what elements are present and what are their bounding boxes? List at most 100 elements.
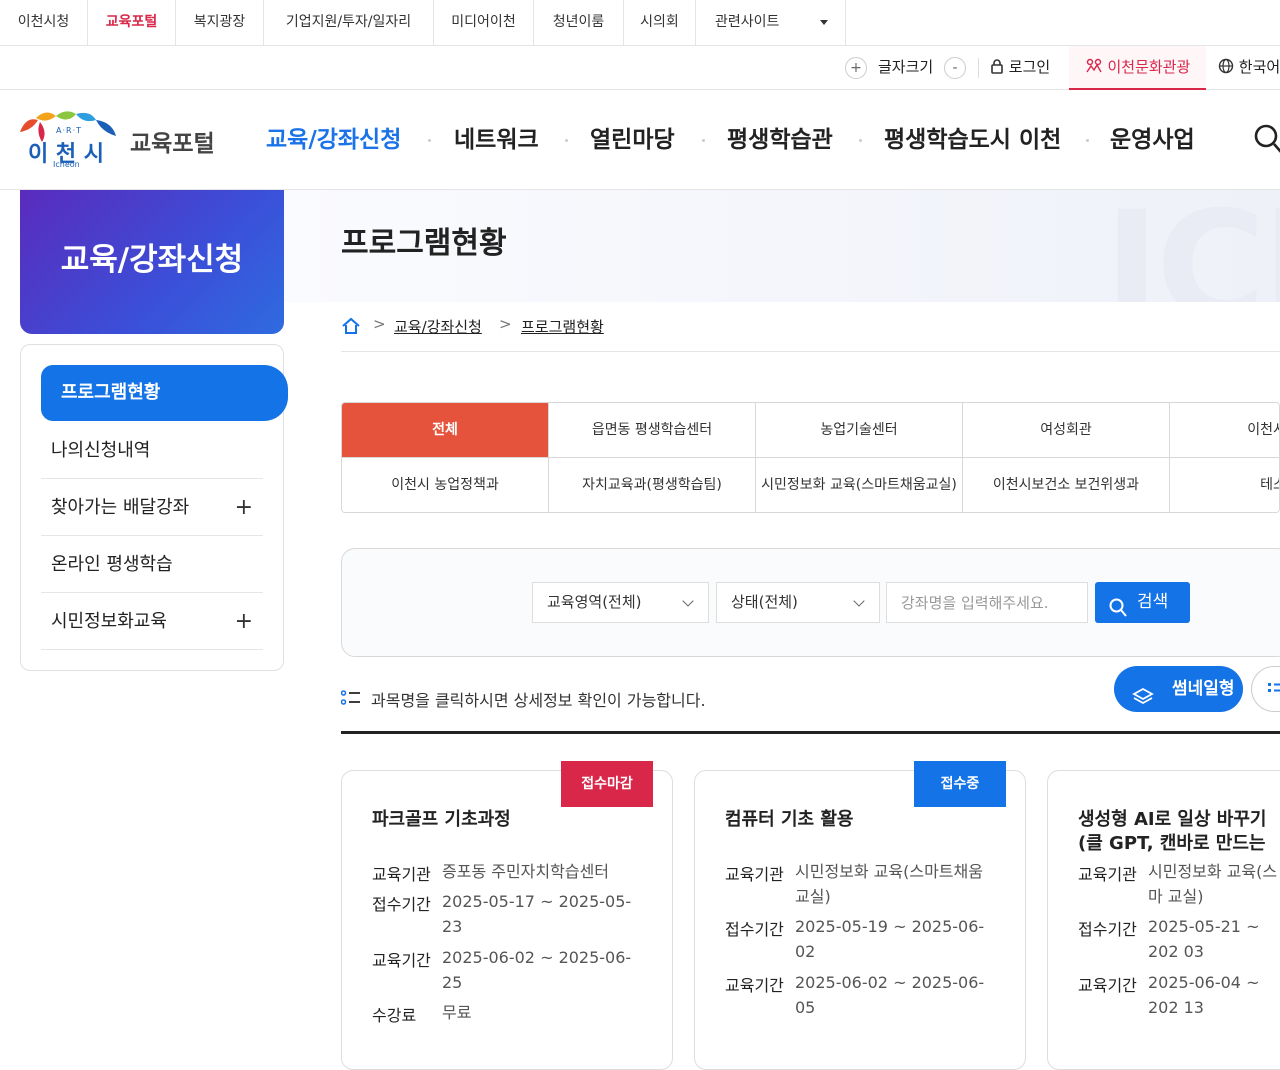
expand-icon[interactable]: + [235, 479, 253, 536]
course-search-input[interactable] [886, 582, 1088, 623]
tab-citizen-it[interactable]: 시민정보화 교육(스마트채움교실) [756, 458, 963, 512]
breadcrumb-separator: > [499, 315, 512, 333]
logo-english-name: Icheon [53, 160, 80, 169]
font-decrease-button[interactable]: - [944, 57, 966, 79]
sidebar-item-my-applications[interactable]: 나의신청내역 [41, 422, 263, 479]
tab-agri-policy[interactable]: 이천시 농업정책과 [342, 458, 549, 512]
edu-period-value: 2025-06-02 ~ 2025-06-05 [795, 973, 985, 1017]
page-title: 프로그램현황 [341, 226, 507, 261]
menu-lifelong-center[interactable]: 평생학습관 [727, 90, 833, 190]
list-top-rule [341, 731, 1280, 734]
portal-name[interactable]: 교육포털 [130, 124, 215, 158]
sidebar-item-program-status[interactable]: 프로그램현황 [41, 365, 288, 421]
search-icon [1109, 593, 1127, 634]
culture-icon [1085, 58, 1108, 76]
institution-tabs: 전체 읍면동 평생학습센터 농업기술센터 여성회관 이천시보 이천시 농업정책과… [341, 402, 1280, 513]
sidebar-item-online-learning[interactable]: 온라인 평생학습 [41, 536, 263, 593]
org-value: 시민정보화 교육(스마트채움교실) [795, 862, 983, 906]
tab-test[interactable]: 테스 [1170, 458, 1279, 512]
program-title[interactable]: 생성형 AI로 일상 바꾸기(클 GPT, 캔바로 만드는 나만의 [1078, 808, 1280, 856]
tab-town-center[interactable]: 읍면동 평생학습센터 [549, 403, 756, 458]
menu-education-apply[interactable]: 교육/강좌신청 [266, 90, 401, 190]
info-text: 과목명을 클릭하시면 상세정보 확인이 가능합니다. [371, 691, 706, 710]
login-link[interactable]: 로그인 [990, 46, 1050, 89]
sidebar-item-label: 나의신청내역 [51, 440, 151, 461]
tab-icheon-health[interactable]: 이천시보 [1170, 403, 1279, 458]
reg-period-label: 접수기간 [725, 920, 784, 939]
sidebar-item-label: 시민정보화교육 [51, 611, 167, 632]
tab-womens-hall[interactable]: 여성회관 [963, 403, 1170, 458]
globe-icon [1218, 58, 1239, 76]
site-link-business[interactable]: 기업지원/투자/일자리 [264, 0, 434, 45]
reg-period-value: 2025-05-19 ~ 2025-06-02 [795, 917, 985, 961]
search-button[interactable]: 검색 [1095, 582, 1190, 623]
org-label: 교육기관 [372, 865, 431, 884]
breadcrumb-education-apply[interactable]: 교육/강좌신청 [394, 316, 482, 337]
chevron-down-icon [853, 595, 865, 607]
sidebar-title: 교육/강좌신청 [60, 242, 244, 278]
list-view-button[interactable] [1251, 666, 1280, 712]
program-title[interactable]: 컴퓨터 기초 활용 [725, 808, 1005, 832]
tab-autonomy-education[interactable]: 자치교육과(평생학습팀) [549, 458, 756, 512]
expand-icon[interactable]: + [235, 593, 253, 650]
org-label: 교육기관 [725, 865, 784, 884]
utility-bar: + 글자크기 - 로그인 이천문화관광 한국어 [0, 46, 1280, 90]
sidebar-item-label: 찾아가는 배달강좌 [51, 497, 190, 518]
home-icon[interactable] [341, 316, 361, 340]
culture-label: 이천문화관광 [1107, 58, 1191, 76]
chevron-down-icon [820, 20, 828, 25]
menu-separator [859, 139, 862, 142]
login-label: 로그인 [1008, 58, 1051, 76]
tab-all[interactable]: 전체 [342, 403, 549, 458]
edu-period-value: 2025-06-04 ~ 202 13 [1148, 973, 1260, 1017]
site-link-welfare[interactable]: 복지광장 [176, 0, 264, 45]
fee-label: 수강료 [372, 1006, 417, 1025]
reg-period-value: 2025-05-17 ~ 2025-05-23 [442, 892, 632, 936]
menu-open-forum[interactable]: 열린마당 [590, 90, 675, 190]
edu-period-label: 교육기간 [372, 951, 431, 970]
tab-health-hygiene[interactable]: 이천시보건소 보건위생과 [963, 458, 1170, 512]
breadcrumb-program-status[interactable]: 프로그램현황 [521, 316, 604, 337]
site-link-icheon[interactable]: 이천시청 [0, 0, 88, 45]
site-link-education-portal[interactable]: 교육포털 [88, 0, 176, 45]
site-link-media[interactable]: 미디어이천 [434, 0, 534, 45]
sidebar-item-label: 온라인 평생학습 [51, 554, 173, 575]
menu-separator [565, 139, 568, 142]
status-select[interactable]: 상태(전체) [716, 582, 880, 623]
font-size-label: 글자크기 [878, 58, 934, 76]
menu-network[interactable]: 네트워크 [454, 90, 539, 190]
breadcrumb-separator: > [373, 315, 386, 333]
edu-period-value: 2025-06-02 ~ 2025-06-25 [442, 948, 632, 992]
program-title[interactable]: 파크골프 기초과정 [372, 808, 652, 832]
org-value: 시민정보화 교육(스마 교실) [1148, 862, 1278, 906]
search-icon[interactable] [1254, 124, 1280, 158]
list-view-icon [1268, 682, 1280, 702]
site-link-council[interactable]: 시의회 [624, 0, 696, 45]
breadcrumb: > 교육/강좌신청 > 프로그램현황 [341, 302, 1280, 352]
area-select-value: 교육영역(전체) [547, 593, 642, 611]
reg-period-label: 접수기간 [372, 895, 431, 914]
language-label: 한국어 [1238, 58, 1280, 76]
sidebar-item-delivery-lecture[interactable]: 찾아가는 배달강좌 + [41, 479, 263, 536]
thumbnail-view-button[interactable]: 썸네일형 [1114, 666, 1243, 712]
language-selector[interactable]: 한국어 [1218, 46, 1280, 89]
divider [978, 58, 979, 78]
menu-lifelong-city[interactable]: 평생학습도시 이천 [884, 90, 1061, 190]
org-label: 교육기관 [1078, 865, 1137, 884]
font-increase-button[interactable]: + [845, 57, 867, 79]
reg-period-label: 접수기간 [1078, 920, 1137, 939]
icheon-logo[interactable]: A·R·T 이 천 시 Icheon [18, 110, 118, 172]
culture-tourism-link[interactable]: 이천문화관광 [1069, 46, 1206, 90]
menu-operations[interactable]: 운영사업 [1110, 90, 1195, 190]
lock-icon [990, 58, 1009, 76]
tab-agri-tech-center[interactable]: 농업기술센터 [756, 403, 963, 458]
edu-period-label: 교육기간 [725, 976, 784, 995]
menu-separator [428, 139, 431, 142]
area-select[interactable]: 교육영역(전체) [532, 582, 709, 623]
site-link-youth[interactable]: 청년이룸 [534, 0, 624, 45]
chevron-down-icon [682, 595, 694, 607]
sidebar-item-citizen-it-education[interactable]: 시민정보화교육 + [41, 593, 263, 650]
search-button-label: 검색 [1137, 592, 1169, 612]
status-badge: 접수중 [914, 761, 1006, 807]
top-site-bar: 이천시청 교육포털 복지광장 기업지원/투자/일자리 미디어이천 청년이룸 시의… [0, 0, 1280, 46]
